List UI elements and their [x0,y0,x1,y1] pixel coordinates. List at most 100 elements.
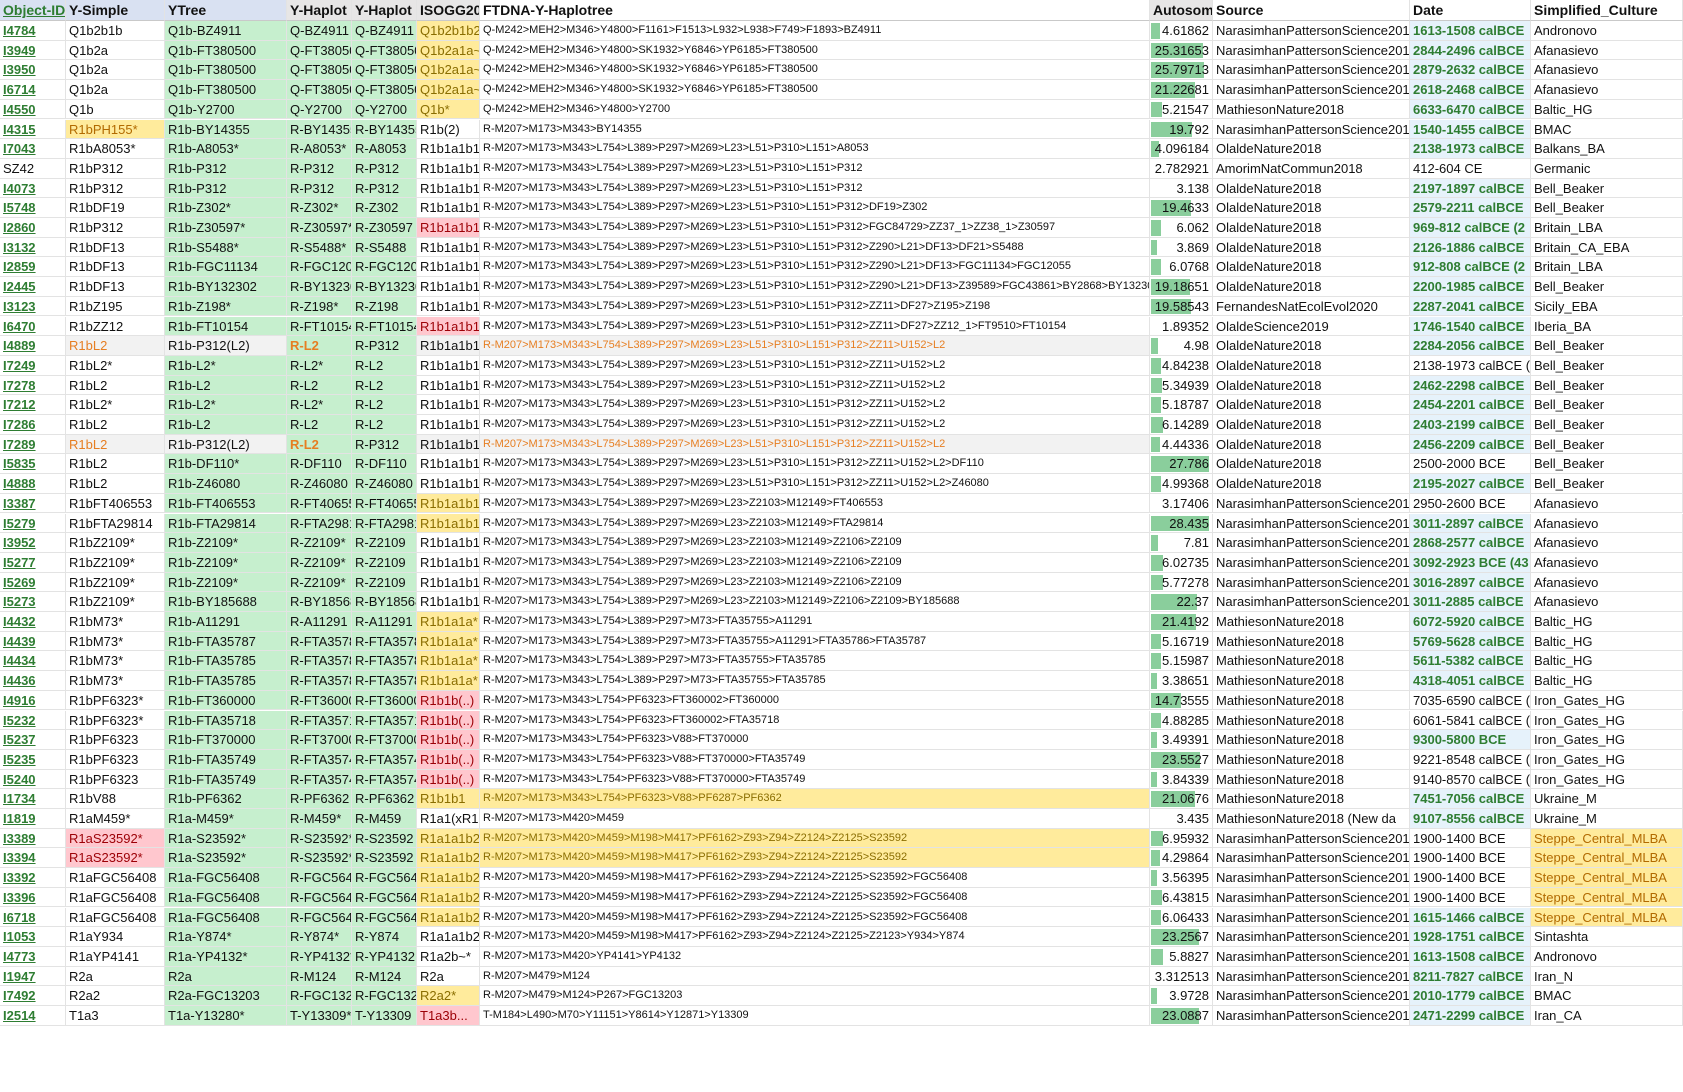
y-simple-cell[interactable]: R1bPF6323 [66,749,165,770]
ftdna-haplotree-cell[interactable]: R-M207>M173>M343>L754>L389>P297>M269>L23… [480,454,1150,475]
object-id-cell[interactable]: I3394 [0,848,66,869]
isogg-cell[interactable]: R1b1a1b1a [417,355,480,376]
table-row[interactable]: I7278R1bL2R1b-L2R-L2R-L2R1b1a1b1aR-M207>… [0,375,1683,396]
autosomal-cell[interactable]: 4.84238 [1150,355,1213,376]
y-haplotree-short-cell[interactable]: R-Z2109 [352,533,417,553]
table-row[interactable]: I7492R2a2R2a-FGC13203R-FGC13203R-FGC1320… [0,986,1683,1006]
object-id-cell[interactable]: I5277 [0,552,66,573]
date-cell[interactable]: 7451-7056 calBCE [1410,789,1531,809]
ftdna-haplotree-cell[interactable]: R-M207>M173>M343>L754>L389>P297>M73>FTA3… [480,612,1150,632]
y-simple-cell[interactable]: R1bL2 [66,454,165,475]
ytree-cell[interactable]: R1b-S5488* [165,237,287,258]
autosomal-cell[interactable]: 4.99368 [1150,474,1213,494]
ytree-cell[interactable]: R1b-DF110* [165,454,287,475]
y-simple-cell[interactable]: R1bZ195 [66,296,165,317]
autosomal-cell[interactable]: 4.98 [1150,336,1213,356]
culture-cell[interactable]: Bell_Beaker [1531,178,1683,199]
table-row[interactable]: I7043 R1bA8053* R1b-A8053* R-A8053* R-A8053 R… [0,139,1683,159]
table-row[interactable]: I4888 R1bL2 R1b-Z46080 R-Z46080 R-Z46080 R1b1… [0,474,1683,494]
y-simple-cell[interactable]: R1bZ2109* [66,552,165,573]
source-cell[interactable]: OlaldeNature2018 [1213,395,1410,415]
y-haplotree-cell[interactable]: R-Z2109* [287,552,352,573]
ftdna-haplotree-cell[interactable]: R-M207>M173>M343>L754>L389>P297>M269>L23… [480,237,1150,258]
isogg-cell[interactable]: R1b1a1b1b [417,592,480,612]
ytree-cell[interactable]: R1b-BY14355 [165,119,287,140]
y-haplotree-cell[interactable]: R-FT360000 [287,690,352,711]
isogg-cell[interactable]: R1b1a1a* [417,651,480,672]
source-cell[interactable]: MathiesonNature2018 [1213,671,1410,691]
culture-cell[interactable]: Iron_Gates_HG [1531,730,1683,750]
object-id-cell[interactable]: I2445 [0,277,66,297]
autosomal-cell[interactable]: 21.4192 [1150,612,1213,632]
autosomal-cell[interactable]: 6.14289 [1150,415,1213,435]
ytree-cell[interactable]: R1b-FTA35718 [165,710,287,731]
y-simple-cell[interactable]: R1aY934 [66,927,165,947]
source-cell[interactable]: AmorimNatCommun2018 [1213,158,1410,179]
ftdna-haplotree-cell[interactable]: R-M207>M173>M343>L754>PF6323>V88>FT37000… [480,769,1150,790]
culture-cell[interactable]: Andronovo [1531,946,1683,967]
isogg-cell[interactable]: R1a1a1b2a [417,868,480,888]
date-cell[interactable]: 2844-2496 calBCE [1410,40,1531,61]
y-haplotree-short-cell[interactable]: R-FTA35718 [352,710,417,731]
source-cell[interactable]: MathiesonNature2018 [1213,99,1410,120]
object-id-cell[interactable]: I3396 [0,887,66,908]
ytree-cell[interactable]: R1b-FT370000 [165,730,287,750]
isogg-cell[interactable]: R1b1a1b1a [417,178,480,199]
autosomal-cell[interactable]: 3.84339 [1150,769,1213,790]
source-cell[interactable]: OlaldeScience2019 [1213,316,1410,337]
ftdna-haplotree-cell[interactable]: R-M207>M173>M343>L754>L389>P297>M269>L23… [480,257,1150,278]
isogg-cell[interactable]: R1b1b(..) [417,690,480,711]
culture-cell[interactable]: Bell_Beaker [1531,277,1683,297]
table-row[interactable]: I6714Q1b2aQ1b-FT380500Q-FT380500Q-FT3805… [0,80,1683,100]
culture-cell[interactable]: Germanic [1531,158,1683,179]
ftdna-haplotree-cell[interactable]: R-M207>M173>M343>L754>L389>P297>M269>L23… [480,218,1150,238]
culture-cell[interactable]: BMAC [1531,119,1683,140]
table-row[interactable]: I3392R1aFGC56408R1a-FGC56408R-FGC56408R-… [0,868,1683,888]
autosomal-cell[interactable]: 6.95932 [1150,828,1213,849]
y-haplotree-cell[interactable]: R-Z302* [287,198,352,218]
y-haplotree-cell[interactable]: R-FGC56408 [287,907,352,928]
object-id-cell[interactable]: I4550 [0,99,66,120]
object-id-cell[interactable]: I6714 [0,80,66,100]
culture-cell[interactable]: Steppe_Central_MLBA [1531,868,1683,888]
y-simple-cell[interactable]: R1bZ2109* [66,572,165,593]
header-simplified-culture[interactable]: Simplified_Culture [1531,0,1683,21]
object-id-cell[interactable]: I4436 [0,671,66,691]
y-haplotree-short-cell[interactable]: R-M124 [352,966,417,987]
y-haplotree-short-cell[interactable]: R-PF6362 [352,789,417,809]
culture-cell[interactable]: Andronovo [1531,21,1683,41]
y-haplotree-short-cell[interactable]: R-FTA35749 [352,769,417,790]
ytree-cell[interactable]: Q1b-BZ4911 [165,21,287,41]
table-row[interactable]: I5835 R1bL2 R1b-DF110* R-DF110 R-DF110 R1b1a1… [0,454,1683,475]
isogg-cell[interactable]: R1b1a1b1b [417,493,480,514]
isogg-cell[interactable]: R1b1a1b1a [417,375,480,396]
ytree-cell[interactable]: R1a-S23592* [165,828,287,849]
y-simple-cell[interactable]: R1aS23592* [66,848,165,869]
date-cell[interactable]: 1900-1400 BCE [1410,887,1531,908]
source-cell[interactable]: OlaldeNature2018 [1213,336,1410,356]
y-simple-cell[interactable]: R1bZ2109* [66,533,165,553]
source-cell[interactable]: NarasimhanPattersonScience2019 [1213,60,1410,81]
table-row[interactable]: I4073 R1bP312 R1b-P312 R-P312 R-P312 R1b1a1b1… [0,178,1683,199]
table-row[interactable]: I2445R1bDF13R1b-BY132302R-BY132302R-BY13… [0,277,1683,297]
isogg-cell[interactable]: R1b1a1b1a [417,198,480,218]
object-id-cell[interactable]: I4315 [0,119,66,140]
y-haplotree-cell[interactable]: R-FTA35718 [287,710,352,731]
ytree-cell[interactable]: R1b-A11291 [165,612,287,632]
y-haplotree-short-cell[interactable]: R-FGC56408 [352,868,417,888]
object-id-cell[interactable]: I5232 [0,710,66,731]
ftdna-haplotree-cell[interactable]: R-M207>M173>M343>L754>L389>P297>M269>L23… [480,513,1150,534]
culture-cell[interactable]: Afanasievo [1531,533,1683,553]
table-row[interactable]: I2859R1bDF13R1b-FGC11134R-FGC12055R-FGC1… [0,257,1683,278]
object-id-cell[interactable]: I1947 [0,966,66,987]
y-simple-cell[interactable]: R1bPF6323 [66,769,165,790]
object-id-cell[interactable]: I6470 [0,316,66,337]
date-cell[interactable]: 2126-1886 calBCE [1410,237,1531,258]
table-row[interactable]: I7212R1bL2*R1b-L2*R-L2*R-L2R1b1a1b1aR-M2… [0,395,1683,415]
isogg-cell[interactable]: R1a1a1b2a [417,907,480,928]
source-cell[interactable]: NarasimhanPattersonScience2019 [1213,927,1410,947]
ftdna-haplotree-cell[interactable]: R-M207>M173>M343>L754>L389>P297>M269>L23… [480,415,1150,435]
object-id-cell[interactable]: I3392 [0,868,66,888]
culture-cell[interactable]: Steppe_Central_MLBA [1531,887,1683,908]
table-row[interactable]: I4432 R1bM73* R1b-A11291 R-A11291 R-A11291 R1… [0,612,1683,632]
